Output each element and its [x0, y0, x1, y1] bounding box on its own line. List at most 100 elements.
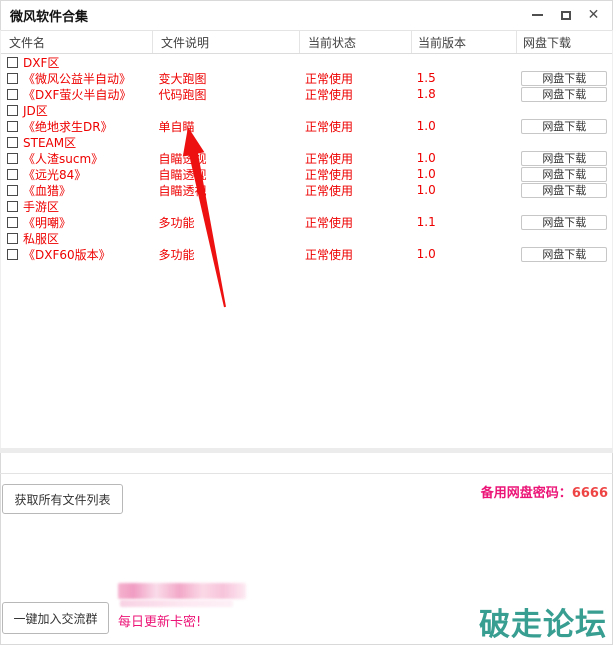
cell-version: 1.0 — [411, 118, 516, 134]
table-row[interactable]: 《远光84》自瞄透视正常使用1.0网盘下载 — [1, 166, 612, 182]
cell-filename: 《血猎》 — [1, 182, 153, 198]
join-group-button[interactable]: 一键加入交流群 — [2, 602, 109, 634]
daily-update-note: 每日更新卡密! — [118, 611, 201, 630]
cell-status — [299, 230, 411, 246]
cell-version: 1.0 — [411, 166, 516, 182]
row-checkbox[interactable] — [7, 185, 18, 196]
download-button[interactable]: 网盘下载 — [521, 71, 607, 86]
cell-download: 网盘下载 — [515, 70, 612, 86]
download-button[interactable]: 网盘下载 — [521, 167, 607, 182]
table-row[interactable]: 《血猎》自瞄透视正常使用1.0网盘下载 — [1, 182, 612, 198]
cell-version — [411, 54, 516, 70]
row-filename-text: 《DXF60版本》 — [23, 246, 111, 263]
cell-filename: 《DXF60版本》 — [1, 246, 153, 262]
download-button[interactable]: 网盘下载 — [521, 119, 607, 134]
row-filename-text: 《绝地求生DR》 — [23, 118, 113, 135]
row-checkbox[interactable] — [7, 89, 18, 100]
row-filename-text: DXF区 — [23, 54, 59, 71]
table-row[interactable]: 私服区 — [1, 230, 612, 246]
cell-status: 正常使用 — [299, 166, 411, 182]
row-checkbox[interactable] — [7, 153, 18, 164]
cell-description: 单自瞄 — [153, 118, 300, 134]
get-file-list-button[interactable]: 获取所有文件列表 — [2, 484, 123, 514]
cell-download — [515, 198, 612, 214]
download-button[interactable]: 网盘下载 — [521, 87, 607, 102]
cell-filename: 手游区 — [1, 198, 153, 214]
maximize-glyph — [561, 11, 571, 20]
cell-description: 多功能 — [153, 246, 300, 262]
cell-filename: 《远光84》 — [1, 166, 153, 182]
redacted-text-block — [120, 600, 233, 607]
table-row[interactable]: DXF区 — [1, 54, 612, 70]
row-filename-text: 《微风公益半自动》 — [23, 70, 131, 87]
cell-download — [515, 54, 612, 70]
row-checkbox[interactable] — [7, 169, 18, 180]
download-button[interactable]: 网盘下载 — [521, 151, 607, 166]
row-checkbox[interactable] — [7, 105, 18, 116]
row-filename-text: 《明嘲》 — [23, 214, 71, 231]
cell-version — [411, 134, 516, 150]
cell-status — [299, 198, 411, 214]
row-checkbox[interactable] — [7, 121, 18, 132]
cell-status: 正常使用 — [299, 246, 411, 262]
table-row[interactable]: 手游区 — [1, 198, 612, 214]
cell-download: 网盘下载 — [515, 214, 612, 230]
cell-status — [299, 54, 411, 70]
maximize-icon[interactable] — [556, 6, 575, 25]
column-header-description[interactable]: 文件说明 — [153, 31, 300, 53]
column-header-download[interactable]: 网盘下载 — [517, 31, 612, 53]
cell-version: 1.0 — [411, 182, 516, 198]
cell-status: 正常使用 — [299, 150, 411, 166]
row-filename-text: JD区 — [23, 102, 48, 119]
close-glyph: ✕ — [588, 8, 600, 22]
file-listview: 文件名 文件说明 当前状态 当前版本 网盘下载 DXF区《微风公益半自动》变大跑… — [0, 30, 613, 448]
cell-download: 网盘下载 — [515, 86, 612, 102]
row-filename-text: STEAM区 — [23, 134, 76, 151]
cell-filename: STEAM区 — [1, 134, 153, 150]
row-filename-text: 《远光84》 — [23, 166, 86, 183]
cell-version: 1.1 — [411, 214, 516, 230]
cell-description: 代码跑图 — [153, 86, 300, 102]
download-button[interactable]: 网盘下载 — [521, 247, 607, 262]
row-checkbox[interactable] — [7, 217, 18, 228]
minimize-icon[interactable] — [528, 6, 547, 25]
column-header-status[interactable]: 当前状态 — [300, 31, 412, 53]
cell-version: 1.5 — [411, 70, 516, 86]
row-filename-text: 《DXF萤火半自动》 — [23, 86, 131, 103]
cell-description: 自瞄透视 — [153, 182, 300, 198]
window-title: 微风软件合集 — [10, 6, 88, 25]
cell-version: 1.0 — [411, 246, 516, 262]
cell-status: 正常使用 — [299, 70, 411, 86]
row-checkbox[interactable] — [7, 137, 18, 148]
column-header-filename[interactable]: 文件名 — [1, 31, 153, 53]
close-icon[interactable]: ✕ — [584, 6, 603, 25]
cell-filename: 《明嘲》 — [1, 214, 153, 230]
cell-filename: 《人渣sucm》 — [1, 150, 153, 166]
row-checkbox[interactable] — [7, 57, 18, 68]
cell-description: 自瞄透视 — [153, 150, 300, 166]
listview-bottom-strip — [0, 448, 613, 453]
table-row[interactable]: 《人渣sucm》自瞄透视正常使用1.0网盘下载 — [1, 150, 612, 166]
table-row[interactable]: 《绝地求生DR》 单自瞄正常使用1.0 网盘下载 — [1, 118, 612, 134]
table-row[interactable]: 《DXF萤火半自动》代码跑图正常使用1.8网盘下载 — [1, 86, 612, 102]
row-checkbox[interactable] — [7, 73, 18, 84]
cell-download: 网盘下载 — [515, 150, 612, 166]
download-button[interactable]: 网盘下载 — [521, 215, 607, 230]
table-row[interactable]: 《DXF60版本》 多功能正常使用1.0 网盘下载 — [1, 246, 612, 262]
column-header-version[interactable]: 当前版本 — [412, 31, 517, 53]
row-checkbox[interactable] — [7, 201, 18, 212]
table-row[interactable]: STEAM区 — [1, 134, 612, 150]
row-checkbox[interactable] — [7, 249, 18, 260]
table-body: DXF区《微风公益半自动》变大跑图正常使用1.5网盘下载《DXF萤火半自动》代码… — [1, 54, 612, 448]
cell-status: 正常使用 — [299, 118, 411, 134]
cell-version — [411, 198, 516, 214]
cell-filename: 《绝地求生DR》 — [1, 118, 153, 134]
row-checkbox[interactable] — [7, 233, 18, 244]
download-button[interactable]: 网盘下载 — [521, 183, 607, 198]
forum-watermark: 破走论坛 — [479, 599, 607, 644]
table-row[interactable]: 《微风公益半自动》变大跑图正常使用1.5网盘下载 — [1, 70, 612, 86]
cell-description: 多功能 — [153, 214, 300, 230]
table-row[interactable]: JD区 — [1, 102, 612, 118]
window-controls: ✕ — [528, 6, 603, 25]
table-row[interactable]: 《明嘲》多功能正常使用1.1网盘下载 — [1, 214, 612, 230]
